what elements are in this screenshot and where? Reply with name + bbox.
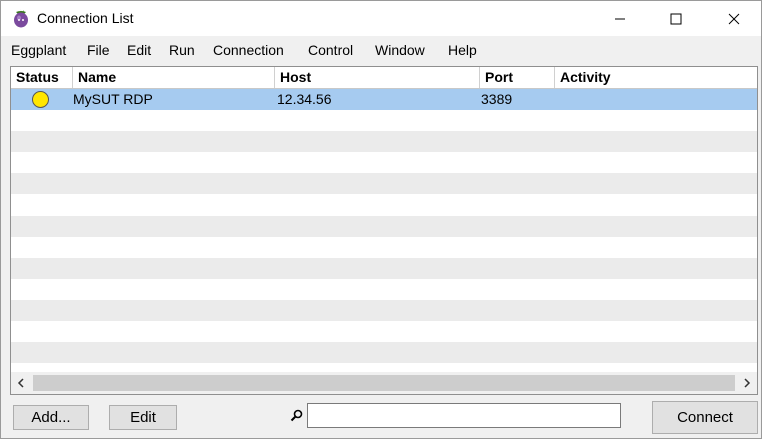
empty-table-row [11, 215, 757, 237]
add-button[interactable]: Add... [13, 405, 89, 430]
close-icon [728, 13, 740, 24]
column-header-port[interactable]: Port [480, 67, 555, 88]
column-header-activity[interactable]: Activity [555, 67, 757, 88]
horizontal-scrollbar[interactable] [11, 372, 757, 394]
empty-table-row [11, 299, 757, 322]
empty-table-row [11, 342, 757, 364]
table-body: MySUT RDP 12.34.56 3389 [11, 89, 757, 385]
column-header-host[interactable]: Host [275, 67, 480, 88]
empty-table-row [11, 321, 757, 343]
empty-table-row [11, 110, 757, 132]
menu-connection[interactable]: Connection [213, 42, 284, 58]
maximize-button[interactable] [647, 1, 705, 36]
minimize-button[interactable] [591, 1, 649, 36]
empty-table-row [11, 236, 757, 258]
empty-table-row [11, 257, 757, 279]
close-button[interactable] [705, 1, 761, 36]
connection-list-window: Connection List Eggplant File Edit Run C… [0, 0, 762, 439]
menu-window[interactable]: Window [375, 42, 425, 58]
menu-help[interactable]: Help [448, 42, 477, 58]
menu-edit[interactable]: Edit [127, 42, 151, 58]
minimize-icon [615, 18, 625, 19]
table-header: Status Name Host Port Activity [11, 67, 757, 89]
scroll-right-button[interactable] [737, 372, 757, 394]
status-indicator-icon [32, 91, 49, 108]
maximize-icon [670, 13, 682, 24]
title-bar: Connection List [1, 1, 761, 36]
empty-table-row [11, 278, 757, 300]
cell-host: 12.34.56 [277, 91, 332, 107]
cell-port: 3389 [481, 91, 513, 107]
menu-control[interactable]: Control [308, 42, 353, 58]
menu-file[interactable]: File [87, 42, 110, 58]
chevron-left-icon [17, 378, 24, 388]
empty-table-row [11, 194, 757, 216]
connection-table[interactable]: Status Name Host Port Activity MySUT RDP… [10, 66, 758, 395]
table-row[interactable]: MySUT RDP 12.34.56 3389 [11, 89, 757, 111]
scroll-left-button[interactable] [11, 372, 31, 394]
scrollbar-thumb[interactable] [33, 375, 735, 391]
menu-eggplant[interactable]: Eggplant [11, 42, 66, 58]
empty-table-row [11, 152, 757, 174]
column-header-name[interactable]: Name [73, 67, 275, 88]
menu-run[interactable]: Run [169, 42, 195, 58]
menu-bar: Eggplant File Edit Run Connection Contro… [1, 36, 761, 64]
edit-button[interactable]: Edit [109, 405, 177, 430]
search-icon [289, 408, 305, 424]
eggplant-app-icon [11, 8, 31, 28]
connect-button[interactable]: Connect [652, 401, 758, 434]
column-header-status[interactable]: Status [11, 67, 73, 88]
chevron-right-icon [744, 378, 751, 388]
window-title: Connection List [37, 10, 134, 26]
empty-table-row [11, 173, 757, 195]
cell-name: MySUT RDP [73, 91, 153, 107]
search-input[interactable] [307, 403, 621, 428]
empty-table-row [11, 131, 757, 153]
